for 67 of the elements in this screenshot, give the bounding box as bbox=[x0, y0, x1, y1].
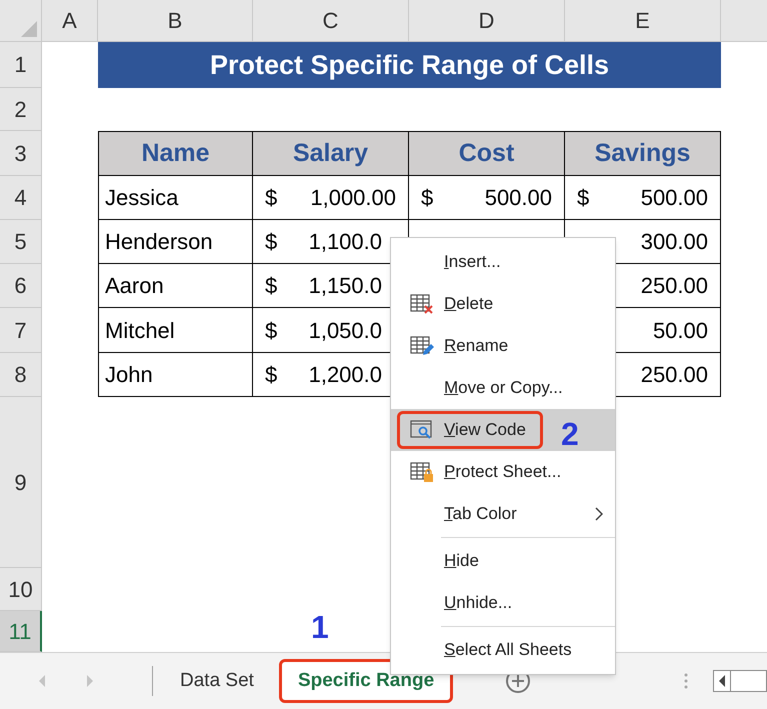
menu-item[interactable]: Delete bbox=[397, 285, 510, 323]
row-header[interactable]: 11 bbox=[0, 611, 42, 652]
currency-symbol: $ bbox=[265, 316, 278, 344]
step-number: 1 bbox=[310, 608, 329, 647]
amount-text: 250.00 bbox=[640, 361, 708, 389]
view-code-icon bbox=[410, 419, 434, 441]
currency-symbol: $ bbox=[265, 228, 278, 256]
amount-text: 250.00 bbox=[640, 272, 708, 300]
menu-item[interactable]: Protect Sheet... bbox=[397, 453, 578, 491]
row-header[interactable]: 8 bbox=[0, 353, 42, 397]
row-header[interactable]: 10 bbox=[0, 568, 42, 611]
currency-symbol: $ bbox=[265, 361, 278, 389]
amount-text: 50.00 bbox=[652, 316, 708, 344]
amount-text: 1,150.0 bbox=[308, 272, 382, 300]
amount-text: 500.00 bbox=[640, 184, 708, 212]
amount-text: 1,000.00 bbox=[310, 184, 396, 212]
amount-text: 1,200.0 bbox=[308, 361, 382, 389]
scroll-left-icon[interactable] bbox=[718, 675, 726, 687]
more-options-icon[interactable] bbox=[684, 672, 688, 690]
amount-text: 500.00 bbox=[484, 184, 552, 212]
name-cell: Mitchel bbox=[98, 308, 253, 353]
menu-item[interactable]: Rename bbox=[397, 327, 526, 365]
column-header[interactable]: B bbox=[98, 0, 253, 42]
column-heading: Name bbox=[98, 131, 253, 176]
currency-symbol: $ bbox=[265, 272, 278, 300]
row-header[interactable]: 7 bbox=[0, 308, 42, 353]
menu-item[interactable]: View Code bbox=[397, 411, 543, 449]
row-header[interactable]: 3 bbox=[0, 131, 42, 176]
menu-item[interactable]: Insert... bbox=[397, 243, 518, 281]
select-all-corner-icon[interactable] bbox=[21, 21, 37, 37]
column-header[interactable]: D bbox=[409, 0, 565, 42]
sheet-tab[interactable]: Data Set bbox=[161, 659, 273, 703]
protect-sheet-icon bbox=[410, 461, 434, 483]
column-header[interactable]: A bbox=[42, 0, 98, 42]
next-sheet-icon[interactable] bbox=[86, 675, 94, 687]
row-header[interactable]: 9 bbox=[0, 397, 42, 568]
amount-text: 1,100.0 bbox=[308, 228, 382, 256]
name-cell: Aaron bbox=[98, 264, 253, 308]
delete-sheet-icon bbox=[410, 293, 434, 315]
column-heading: Savings bbox=[565, 131, 721, 176]
step-number: 2 bbox=[561, 415, 579, 454]
row-header[interactable]: 4 bbox=[0, 176, 42, 220]
currency-symbol: $ bbox=[421, 184, 434, 212]
menu-item[interactable]: Unhide... bbox=[397, 584, 530, 622]
amount-text: 1,050.0 bbox=[308, 316, 382, 344]
menu-item[interactable]: Tab Color bbox=[397, 495, 534, 533]
horizontal-scrollbar[interactable] bbox=[713, 670, 767, 692]
row-header[interactable]: 5 bbox=[0, 220, 42, 264]
header-filler bbox=[721, 0, 767, 42]
rename-sheet-icon bbox=[410, 335, 434, 357]
column-header[interactable]: C bbox=[253, 0, 409, 42]
row-header[interactable]: 1 bbox=[0, 42, 42, 88]
menu-item[interactable]: Hide bbox=[397, 542, 496, 580]
title-banner: Protect Specific Range of Cells bbox=[98, 42, 721, 88]
menu-item[interactable]: Move or Copy... bbox=[397, 369, 580, 407]
name-cell: Henderson bbox=[98, 220, 253, 264]
column-heading: Salary bbox=[253, 131, 409, 176]
amount-text: 300.00 bbox=[640, 228, 708, 256]
currency-symbol: $ bbox=[265, 184, 278, 212]
name-cell: John bbox=[98, 353, 253, 397]
previous-sheet-icon[interactable] bbox=[38, 675, 46, 687]
currency-symbol: $ bbox=[577, 184, 590, 212]
name-cell: Jessica bbox=[98, 176, 253, 220]
column-heading: Cost bbox=[409, 131, 565, 176]
row-header[interactable]: 6 bbox=[0, 264, 42, 308]
row-header[interactable]: 2 bbox=[0, 88, 42, 131]
column-header[interactable]: E bbox=[565, 0, 721, 42]
